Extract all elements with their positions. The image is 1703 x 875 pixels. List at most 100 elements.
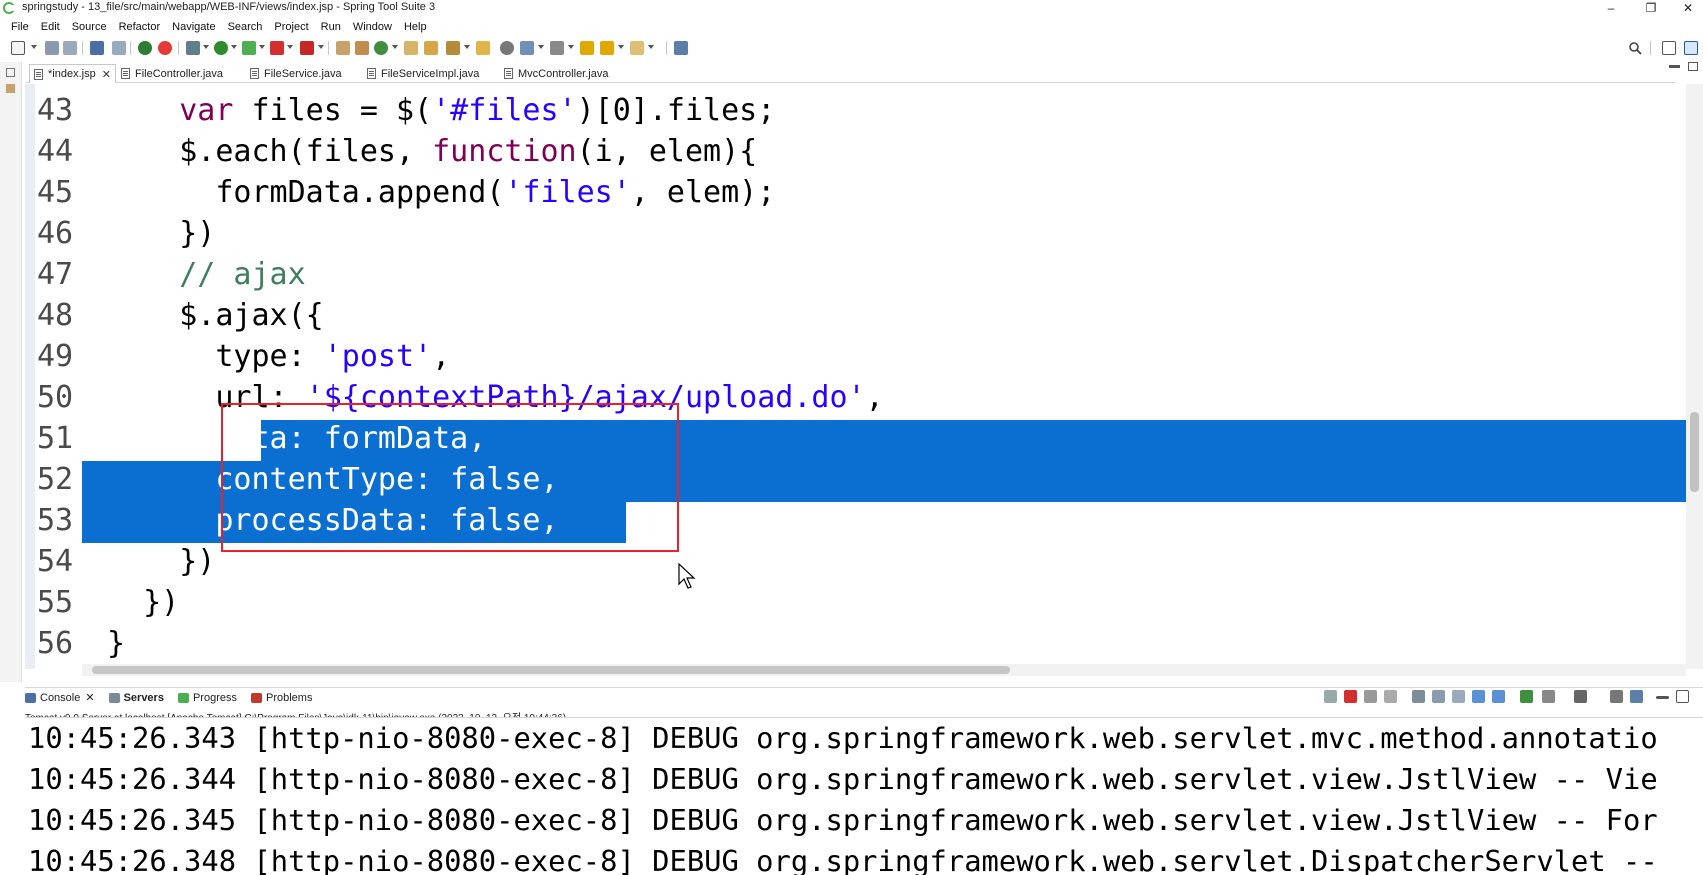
menu-help[interactable]: Help <box>398 21 433 33</box>
search-dropdown-icon[interactable] <box>464 45 470 49</box>
new-icon[interactable] <box>11 41 25 55</box>
annotation-icon[interactable] <box>520 41 534 55</box>
next-annotation-icon[interactable] <box>550 41 564 55</box>
new-package-icon[interactable] <box>355 41 369 55</box>
horizontal-scroll-thumb[interactable] <box>92 666 1010 674</box>
search-icon[interactable] <box>1628 41 1642 55</box>
tab-servers[interactable]: Servers <box>108 692 164 704</box>
tab-problems[interactable]: Problems <box>250 692 312 704</box>
tab-fileservice-java[interactable]: FileService.java <box>250 64 342 83</box>
scroll-lock-icon[interactable] <box>1432 690 1445 703</box>
package-explorer-icon[interactable] <box>6 84 15 93</box>
code-token: files = $( <box>233 93 433 128</box>
tab-label: FileServiceImpl.java <box>381 67 480 80</box>
minimize-button[interactable]: – <box>1596 0 1626 16</box>
show-stdout-icon[interactable] <box>1472 690 1485 703</box>
horizontal-scrollbar[interactable] <box>82 664 1686 676</box>
search-toolbar-icon[interactable] <box>446 41 460 55</box>
console-output[interactable]: 10:45:26.343 [http-nio-8080-exec-8] DEBU… <box>25 717 1703 875</box>
restore-button[interactable]: ❐ <box>1636 0 1666 16</box>
settings-icon[interactable] <box>1630 690 1643 703</box>
tab-console[interactable]: Console ✕ <box>25 691 95 704</box>
menu-run[interactable]: Run <box>315 21 347 33</box>
tab-filecontroller-java[interactable]: FileController.java <box>121 64 223 83</box>
stop-icon[interactable] <box>270 41 284 55</box>
globe-icon[interactable] <box>500 41 514 55</box>
tab-index-jsp[interactable]: *index.jsp ✕ <box>29 64 116 83</box>
external-tools-icon[interactable] <box>300 41 314 55</box>
save-icon[interactable] <box>45 41 59 55</box>
minimize-view-icon[interactable] <box>1656 696 1669 699</box>
run-icon[interactable] <box>214 41 228 55</box>
view-menu-icon[interactable] <box>1610 690 1623 703</box>
back-icon[interactable] <box>600 41 614 55</box>
progress-icon <box>177 692 189 703</box>
minimize-editor-icon[interactable] <box>1669 65 1680 68</box>
vertical-scrollbar[interactable] <box>1686 84 1703 669</box>
code-editor[interactable]: 43 var files = $('#files')[0].files; 44 … <box>25 84 1690 669</box>
terminate-icon[interactable] <box>1344 690 1357 703</box>
spring-boot-dashboard-icon[interactable] <box>138 41 152 55</box>
annotation-dropdown-icon[interactable] <box>538 45 544 49</box>
new-class-icon[interactable] <box>374 41 388 55</box>
next-annotation-dropdown-icon[interactable] <box>568 45 574 49</box>
run-dropdown-icon[interactable] <box>231 45 237 49</box>
code-token: $.each(files, <box>107 134 433 169</box>
save-all-icon[interactable] <box>63 41 77 55</box>
open-task-icon[interactable] <box>424 41 438 55</box>
menu-navigate[interactable]: Navigate <box>166 21 221 33</box>
tab-mvccontroller-java[interactable]: MvcController.java <box>504 64 608 83</box>
remove-all-terminated-icon[interactable] <box>1384 690 1397 703</box>
left-trim-bar <box>0 62 22 682</box>
menu-window[interactable]: Window <box>347 21 398 33</box>
new-dropdown-icon[interactable] <box>31 45 37 49</box>
menu-refactor[interactable]: Refactor <box>113 21 167 33</box>
menu-project[interactable]: Project <box>268 21 314 33</box>
back-dropdown-icon[interactable] <box>618 45 624 49</box>
menu-edit[interactable]: Edit <box>35 21 66 33</box>
restore-view-icon[interactable] <box>6 68 15 77</box>
forward-icon[interactable] <box>630 41 644 55</box>
close-tab-icon[interactable]: ✕ <box>102 68 111 81</box>
close-window-button[interactable]: ✕ <box>1673 0 1703 16</box>
coverage-icon[interactable] <box>242 41 256 55</box>
tab-fileserviceimpl-java[interactable]: FileServiceImpl.java <box>367 64 479 83</box>
forward-dropdown-icon[interactable] <box>648 45 654 49</box>
vertical-scroll-thumb[interactable] <box>1690 412 1699 492</box>
external-tools-dropdown-icon[interactable] <box>318 45 324 49</box>
new-class-dropdown-icon[interactable] <box>392 45 398 49</box>
refresh-icon[interactable] <box>158 41 172 55</box>
code-line: 45 formData.append('files', elem); <box>25 172 1690 213</box>
menu-source[interactable]: Source <box>66 21 113 33</box>
close-tab-icon[interactable]: ✕ <box>85 691 94 704</box>
maximize-view-icon[interactable] <box>1676 690 1689 703</box>
pin-console-icon[interactable] <box>1520 690 1533 703</box>
menu-search[interactable]: Search <box>222 21 269 33</box>
java-file-icon <box>367 68 376 79</box>
console-icon[interactable] <box>90 41 104 55</box>
open-perspective-icon[interactable] <box>1662 41 1676 55</box>
open-folder-icon[interactable] <box>476 41 490 55</box>
show-stderr-icon[interactable] <box>1492 690 1505 703</box>
debug-icon[interactable] <box>186 41 200 55</box>
remove-launch-icon[interactable] <box>1364 690 1377 703</box>
line-number: 50 <box>37 380 74 415</box>
open-console-icon[interactable] <box>1574 690 1587 703</box>
code-token: , elem); <box>630 175 776 210</box>
maximize-editor-icon[interactable] <box>1688 62 1698 71</box>
stop-dropdown-icon[interactable] <box>287 45 293 49</box>
display-console-icon[interactable] <box>1542 690 1555 703</box>
new-java-project-icon[interactable] <box>336 41 350 55</box>
pin-editor-icon[interactable] <box>674 41 688 55</box>
coverage-dropdown-icon[interactable] <box>259 45 265 49</box>
last-edit-icon[interactable] <box>580 41 594 55</box>
clear-console-icon[interactable] <box>1412 690 1425 703</box>
word-wrap-icon[interactable] <box>1452 690 1465 703</box>
reconnect-icon[interactable] <box>1324 690 1337 703</box>
java-ee-perspective-icon[interactable] <box>1684 41 1698 55</box>
open-type-icon[interactable] <box>404 41 418 55</box>
tab-progress[interactable]: Progress <box>177 692 237 704</box>
debug-dropdown-icon[interactable] <box>203 45 209 49</box>
menu-file[interactable]: File <box>0 21 35 33</box>
skip-breakpoints-icon[interactable] <box>112 41 126 55</box>
